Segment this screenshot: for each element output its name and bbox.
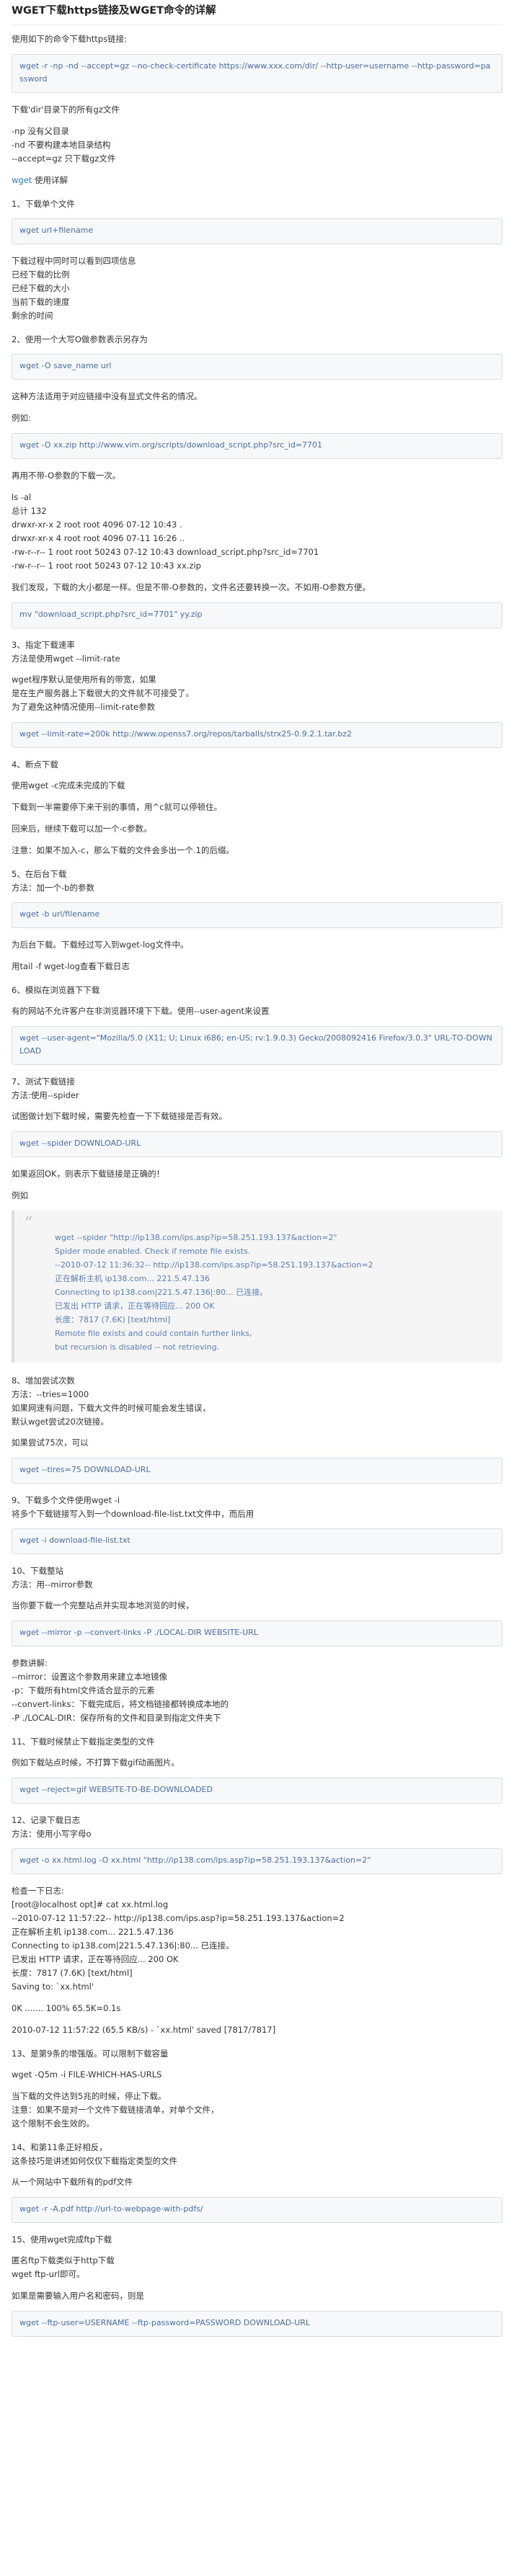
section-heading: 2、使用一个大写O做参数表示另存为: [12, 334, 148, 344]
code-block: wget -O xx.zip http://www.vim.org/script…: [12, 433, 502, 459]
paragraph: 如果尝试75次，可以: [12, 1438, 89, 1448]
section-heading: 13、是第9条的增强版。可以限制下载容量: [12, 2049, 169, 2059]
quote-line: 长度：7817 (7.6K) [text/html]: [55, 1315, 171, 1324]
code-block: wget -O save_name url: [12, 354, 502, 380]
paragraph: 例如: [12, 1190, 28, 1200]
section-heading: 15、使用wget完成ftp下载: [12, 2234, 112, 2245]
paragraph: wget -Q5m -i FILE-WHICH-HAS-URLS: [12, 2069, 162, 2080]
code-text: wget --user-agent="Mozilla/5.0 (X11; U; …: [19, 1033, 492, 1056]
paragraph-text: 使用详解: [32, 175, 68, 185]
paragraph: 为后台下载。下载经过写入到wget-log文件中。: [12, 940, 189, 950]
quote-line: Spider mode enabled. Check if remote fil…: [55, 1247, 251, 1256]
section-heading: 8、增加尝试次数 方法：--tries=1000 如果网速有问题，下载大文件的时…: [12, 1376, 211, 1427]
code-block: wget -r -np -nd --accept=gz --no-check-c…: [12, 54, 502, 93]
section-heading: 3、指定下载速率 方法是使用wget --limit-rate: [12, 640, 120, 664]
article: WGET下载https链接及WGET命令的详解 使用如下的命令下载https链接…: [0, 0, 514, 2337]
paragraph: -np 没有父目录 -nd 不要构建本地目录结构 --accept=gz 只下载…: [12, 126, 116, 164]
quote-icon: “: [25, 1214, 33, 1232]
paragraph: 试图做计划下载时候，需要先检查一下下载链接是否有效。: [12, 1111, 227, 1121]
code-text: wget -O save_name url: [19, 361, 112, 370]
code-block: wget --limit-rate=200k http://www.openss…: [12, 722, 502, 748]
paragraph: 有的网站不允许客户在非浏览器环境下下载。使用--user-agent来设置: [12, 1006, 270, 1016]
paragraph: 用tail -f wget-log查看下载日志: [12, 961, 130, 971]
section-heading: 4、断点下载: [12, 759, 58, 770]
code-text: wget --reject=gif WEBSITE-TO-BE-DOWNLOAD…: [19, 1785, 213, 1794]
quote-lines: wget --spider "http://ip138.com/ips.asp?…: [25, 1231, 492, 1354]
code-block: wget --ftp-user=USERNAME --ftp-password=…: [12, 2311, 502, 2337]
quote-line: Remote file exists and could contain fur…: [55, 1329, 252, 1338]
section-heading: 14、和第11条正好相反， 这条技巧是讲述如何仅仅下载指定类型的文件: [12, 2142, 177, 2166]
code-block: mv "download_script.php?src_id=7701" yy.…: [12, 602, 502, 628]
code-block: wget -b url/filename: [12, 902, 502, 928]
code-text: mv "download_script.php?src_id=7701" yy.…: [19, 610, 203, 619]
code-block: wget url+filename: [12, 218, 502, 244]
paragraph: 下载'dir'目录下的所有gz文件: [12, 104, 120, 115]
paragraph: 检查一下日志: [root@localhost opt]# cat xx.htm…: [12, 1886, 345, 1992]
paragraph: 如果是需要输入用户名和密码，则是: [12, 2291, 144, 2301]
quote-line: 已发出 HTTP 请求，正在等待回应... 200 OK: [55, 1301, 215, 1311]
article-body: 使用如下的命令下载https链接: wget -r -np -nd --accep…: [12, 32, 502, 2337]
paragraph: 下载过程中同时可以看到四项信息 已经下载的比例 已经下载的大小 当前下载的速度 …: [12, 256, 136, 321]
paragraph: 例如下载站点时候，不打算下载gif动画图片。: [12, 1757, 180, 1768]
quote-line: wget --spider "http://ip138.com/ips.asp?…: [55, 1233, 337, 1242]
paragraph: 再用不带-O参数的下载一次。: [12, 471, 121, 481]
wget-link[interactable]: wget: [12, 175, 32, 185]
code-text: wget --limit-rate=200k http://www.openss…: [19, 729, 353, 739]
quote-line: Connecting to ip138.com|221.5.47.136|:80…: [55, 1288, 268, 1297]
code-text: wget url+filename: [19, 226, 94, 235]
blockquote: “ wget --spider "http://ip138.com/ips.asp…: [12, 1211, 502, 1363]
paragraph: 使用如下的命令下载https链接:: [12, 34, 127, 44]
paragraph: 如果返回OK，则表示下载链接是正确的！: [12, 1169, 165, 1179]
code-block: wget -r -A.pdf http://url-to-webpage-wit…: [12, 2197, 502, 2223]
paragraph: 0K ....... 100% 65.5K=0.1s: [12, 2003, 121, 2013]
section-heading: 6、模拟在浏览器下下载: [12, 985, 100, 995]
paragraph: 当下载的文件达到5兆的时候，停止下载。 注意：如果不是对一个文件下载链接清单，对…: [12, 2091, 219, 2129]
section-heading: 11、下载时候禁止下载指定类型的文件: [12, 1737, 155, 1747]
code-text: wget -b url/filename: [19, 909, 100, 919]
quote-line: but recursion is disabled -- not retriev…: [55, 1342, 220, 1352]
code-block: wget -o xx.html.log -O xx.html "http://i…: [12, 1848, 502, 1874]
code-text: wget -r -A.pdf http://url-to-webpage-wit…: [19, 2204, 203, 2214]
paragraph: 从一个网站中下载所有的pdf文件: [12, 2177, 133, 2187]
paragraph: 这种方法适用于对应链接中没有显式文件名的情况。: [12, 391, 203, 401]
paragraph: 2010-07-12 11:57:22 (65.5 KB/s) - `xx.ht…: [12, 2025, 276, 2035]
quote-line: --2010-07-12 11:36:32-- http://ip138.com…: [55, 1260, 373, 1270]
section-heading: 12、记录下载日志 方法：使用小写字母o: [12, 1815, 92, 1839]
paragraph: 回来后，继续下载可以加一个-c参数。: [12, 824, 152, 834]
code-text: wget --ftp-user=USERNAME --ftp-password=…: [19, 2318, 311, 2327]
code-text: wget --mirror -p --convert-links -P ./LO…: [19, 1628, 259, 1637]
paragraph: ls -al 总计 132 drwxr-xr-x 2 root root 409…: [12, 492, 319, 571]
section-heading: 5、在后台下载 方法：加一个-b的参数: [12, 869, 94, 893]
code-block: wget --tires=75 DOWNLOAD-URL: [12, 1458, 502, 1484]
paragraph: 当你要下载一个完整站点并实现本地浏览的时候，: [12, 1600, 194, 1610]
code-block: wget --reject=gif WEBSITE-TO-BE-DOWNLOAD…: [12, 1778, 502, 1804]
section-heading: 9、下载多个文件使用wget -i 将多个下载链接写入到一个download-f…: [12, 1495, 254, 1519]
code-text: wget -r -np -nd --accept=gz --no-check-c…: [19, 61, 491, 84]
code-text: wget -O xx.zip http://www.vim.org/script…: [19, 440, 323, 450]
paragraph: wget程序默认是使用所有的带宽，如果 是在生产服务器上下载很大的文件就不可接受…: [12, 674, 194, 712]
paragraph: wget 使用详解: [12, 174, 502, 187]
paragraph: 匿名ftp下载类似于http下载 wget ftp-url即可。: [12, 2255, 115, 2279]
paragraph: 下载到一半需要停下来干别的事情，用^c就可以停顿住。: [12, 802, 222, 812]
code-block: wget --mirror -p --convert-links -P ./LO…: [12, 1621, 502, 1646]
paragraph: 参数讲解: --mirror：设置这个参数用来建立本地镜像 -p：下载所有htm…: [12, 1658, 229, 1723]
code-text: wget --tires=75 DOWNLOAD-URL: [19, 1465, 151, 1474]
code-block: wget --user-agent="Mozilla/5.0 (X11; U; …: [12, 1026, 502, 1065]
page-title: WGET下载https链接及WGET命令的详解: [12, 3, 502, 25]
code-text: wget -i download-file-list.txt: [19, 1536, 130, 1545]
code-block: wget -i download-file-list.txt: [12, 1528, 502, 1554]
quote-line: 正在解析主机 ip138.com... 221.5.47.136: [55, 1274, 210, 1283]
paragraph: 我们发现，下载的大小都是一样。但是不带-O参数的，文件名还要转换一次。不如用-O…: [12, 582, 371, 592]
section-heading: 7、测试下载链接 方法:使用--spider: [12, 1077, 79, 1100]
code-block: wget --spider DOWNLOAD-URL: [12, 1131, 502, 1157]
section-heading: 1、下载单个文件: [12, 199, 75, 209]
paragraph: 例如:: [12, 413, 31, 423]
paragraph: 使用wget -c完成未完成的下载: [12, 780, 125, 790]
paragraph: 注意：如果不加入-c，那么下载的文件会多出一个.1的后缀。: [12, 845, 234, 855]
section-heading: 10、下载整站 方法：用--mirror参数: [12, 1566, 93, 1590]
code-text: wget -o xx.html.log -O xx.html "http://i…: [19, 1855, 371, 1865]
code-text: wget --spider DOWNLOAD-URL: [19, 1138, 141, 1148]
